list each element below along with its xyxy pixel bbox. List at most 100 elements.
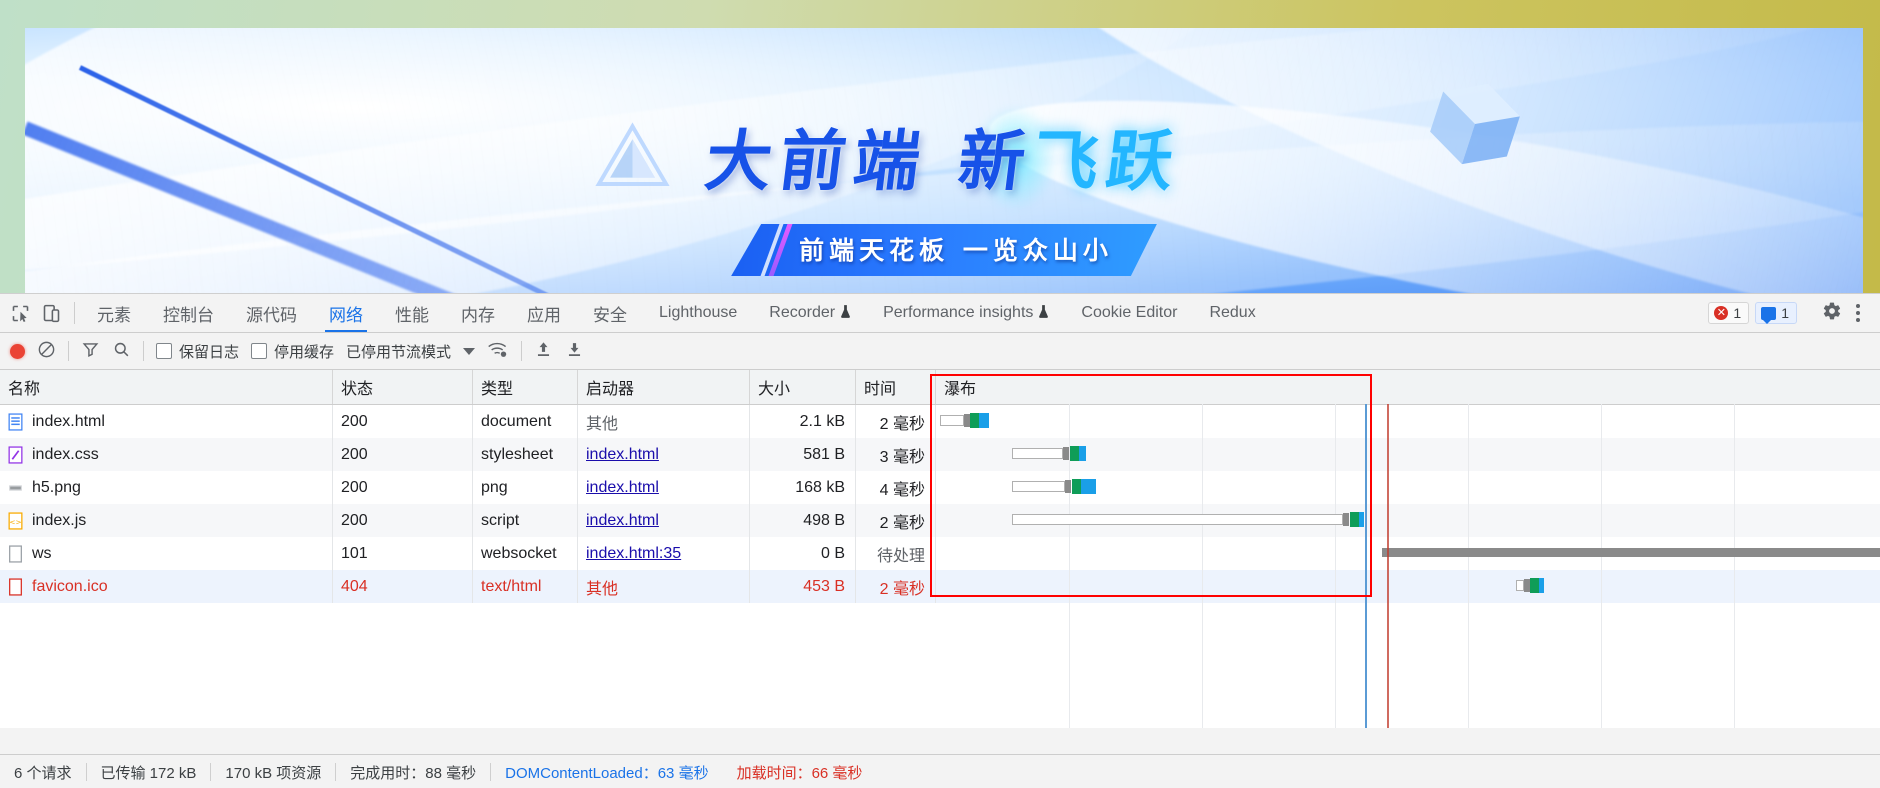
- cell-type: text/html: [473, 570, 578, 603]
- cell-type: script: [473, 504, 578, 537]
- disable-cache-checkbox[interactable]: 停用缓存: [251, 341, 334, 362]
- initiator-link[interactable]: index.html: [586, 512, 659, 530]
- js-file-icon: <>: [8, 511, 23, 530]
- cell-size: 2.1 kB: [750, 405, 856, 438]
- cell-initiator: 其他: [578, 570, 750, 603]
- css-file-icon: [8, 445, 23, 464]
- cell-name: favicon.ico: [0, 570, 333, 603]
- filter-icon[interactable]: [81, 340, 100, 363]
- experiment-beaker-icon: [1038, 304, 1049, 322]
- network-status-bar: 6 个请求 已传输 172 kB 170 kB 项资源 完成用时：88 毫秒 D…: [0, 754, 1880, 788]
- tab-label: 性能: [395, 305, 429, 325]
- waterfall-row-h5-png: [936, 470, 1880, 503]
- tab-elements[interactable]: 元素: [81, 294, 147, 332]
- cell-type: websocket: [473, 537, 578, 570]
- clear-icon[interactable]: [37, 340, 56, 363]
- cell-initiator: index.html: [578, 471, 750, 504]
- column-header-status[interactable]: 状态: [333, 370, 473, 404]
- banner-subtitle: 前端天花板 一览众山小: [731, 224, 1157, 276]
- initiator-link[interactable]: index.html:35: [586, 545, 681, 563]
- dom-content-loaded-label: DOMContentLoaded：63 毫秒: [505, 764, 709, 782]
- inspect-element-icon[interactable]: [10, 303, 31, 324]
- network-conditions-icon[interactable]: [487, 340, 509, 363]
- cell-type: document: [473, 405, 578, 438]
- export-har-icon[interactable]: [565, 340, 584, 363]
- tab-label: Recorder: [769, 304, 836, 321]
- search-icon[interactable]: [112, 340, 131, 363]
- message-count-badge[interactable]: 1: [1755, 302, 1797, 324]
- error-icon: ✕: [1714, 306, 1729, 320]
- banner-subtitle-wrap: 前端天花板 一览众山小: [25, 224, 1863, 276]
- column-header-size[interactable]: 大小: [750, 370, 856, 404]
- network-request-table: 名称 状态 类型 启动器 大小 时间 瀑布 index.html 200 doc…: [0, 370, 1880, 728]
- tab-application[interactable]: 应用: [511, 294, 577, 332]
- checkbox-box: [156, 343, 172, 359]
- banner-image: 大前端 新飞跃 前端天花板 一览众山小: [25, 28, 1863, 293]
- record-button-icon[interactable]: [10, 343, 25, 359]
- cell-name: ws: [0, 537, 333, 570]
- cell-size: 168 kB: [750, 471, 856, 504]
- experiment-beaker-icon: [840, 304, 851, 322]
- cell-time: 2 毫秒: [856, 504, 936, 537]
- initiator-link[interactable]: index.html: [586, 446, 659, 464]
- devtools-tab-list: 元素 控制台 源代码 网络 性能 内存 应用 安全 Lighthouse Rec…: [81, 294, 1708, 332]
- cell-initiator: index.html:35: [578, 537, 750, 570]
- screen: 大前端 新飞跃 前端天花板 一览众山小 元素 控制台 源代码 网络 性能 内存 …: [0, 0, 1880, 788]
- more-options-icon[interactable]: [1848, 304, 1868, 322]
- cell-name: index.css: [0, 438, 333, 471]
- tab-security[interactable]: 安全: [577, 294, 643, 332]
- load-time-label: 加载时间：66 毫秒: [736, 764, 863, 782]
- error-count-badge[interactable]: ✕ 1: [1708, 302, 1750, 324]
- disable-cache-label: 停用缓存: [274, 343, 335, 361]
- tab-sources[interactable]: 源代码: [230, 294, 313, 332]
- banner-subtitle-text: 前端天花板 一览众山小: [799, 236, 1113, 265]
- tab-lighthouse[interactable]: Lighthouse: [643, 294, 753, 332]
- tab-recorder[interactable]: Recorder: [753, 294, 867, 332]
- cell-status: 404: [333, 570, 473, 603]
- tab-performance-insights[interactable]: Performance insights: [867, 294, 1065, 332]
- request-name: index.css: [32, 445, 99, 463]
- error-count-label: 1: [1733, 305, 1742, 321]
- preserve-log-checkbox[interactable]: 保留日志: [156, 341, 239, 362]
- banner-title-accent: 飞跃: [1028, 123, 1186, 200]
- tab-redux[interactable]: Redux: [1193, 294, 1271, 332]
- tab-label: 内存: [461, 305, 495, 325]
- cell-name: index.html: [0, 405, 333, 438]
- cell-initiator: index.html: [578, 438, 750, 471]
- banner-title: 大前端 新飞跃: [25, 108, 1863, 204]
- tab-label: Performance insights: [883, 304, 1034, 321]
- chevron-down-icon[interactable]: [463, 347, 476, 355]
- column-header-waterfall[interactable]: 瀑布: [936, 370, 1880, 404]
- html-file-icon: [8, 412, 23, 431]
- message-count-label: 1: [1781, 305, 1789, 321]
- tab-console[interactable]: 控制台: [147, 294, 230, 332]
- cell-size: 581 B: [750, 438, 856, 471]
- network-filter-toolbar: 保留日志 停用缓存 已停用节流模式: [0, 333, 1880, 370]
- initiator-link[interactable]: index.html: [586, 479, 659, 497]
- gear-icon[interactable]: [1822, 301, 1842, 325]
- devtools-tabbar: 元素 控制台 源代码 网络 性能 内存 应用 安全 Lighthouse Rec…: [0, 294, 1880, 333]
- cell-status: 200: [333, 405, 473, 438]
- cell-size: 498 B: [750, 504, 856, 537]
- request-name: index.js: [32, 511, 87, 529]
- table-header-row: 名称 状态 类型 启动器 大小 时间 瀑布: [0, 370, 1880, 405]
- checkbox-box: [251, 343, 268, 359]
- generic-file-icon: [9, 544, 22, 563]
- column-header-initiator[interactable]: 启动器: [578, 370, 750, 404]
- tab-performance[interactable]: 性能: [379, 294, 445, 332]
- page-viewport: 大前端 新飞跃 前端天花板 一览众山小: [25, 28, 1863, 293]
- generic-file-icon: [9, 577, 22, 596]
- column-header-name[interactable]: 名称: [0, 370, 333, 404]
- waterfall-row-ws: [936, 536, 1880, 569]
- column-header-time[interactable]: 时间: [856, 370, 936, 404]
- column-header-type[interactable]: 类型: [473, 370, 578, 404]
- tab-label: Redux: [1209, 304, 1256, 321]
- cell-time: 4 毫秒: [856, 471, 936, 504]
- device-toolbar-icon[interactable]: [41, 303, 62, 324]
- tab-network[interactable]: 网络: [313, 294, 379, 332]
- tab-label: Lighthouse: [659, 304, 738, 321]
- import-har-icon[interactable]: [534, 340, 553, 363]
- tab-memory[interactable]: 内存: [445, 294, 511, 332]
- tab-cookie-editor[interactable]: Cookie Editor: [1065, 294, 1193, 332]
- throttling-label: 已停用节流模式: [346, 343, 452, 361]
